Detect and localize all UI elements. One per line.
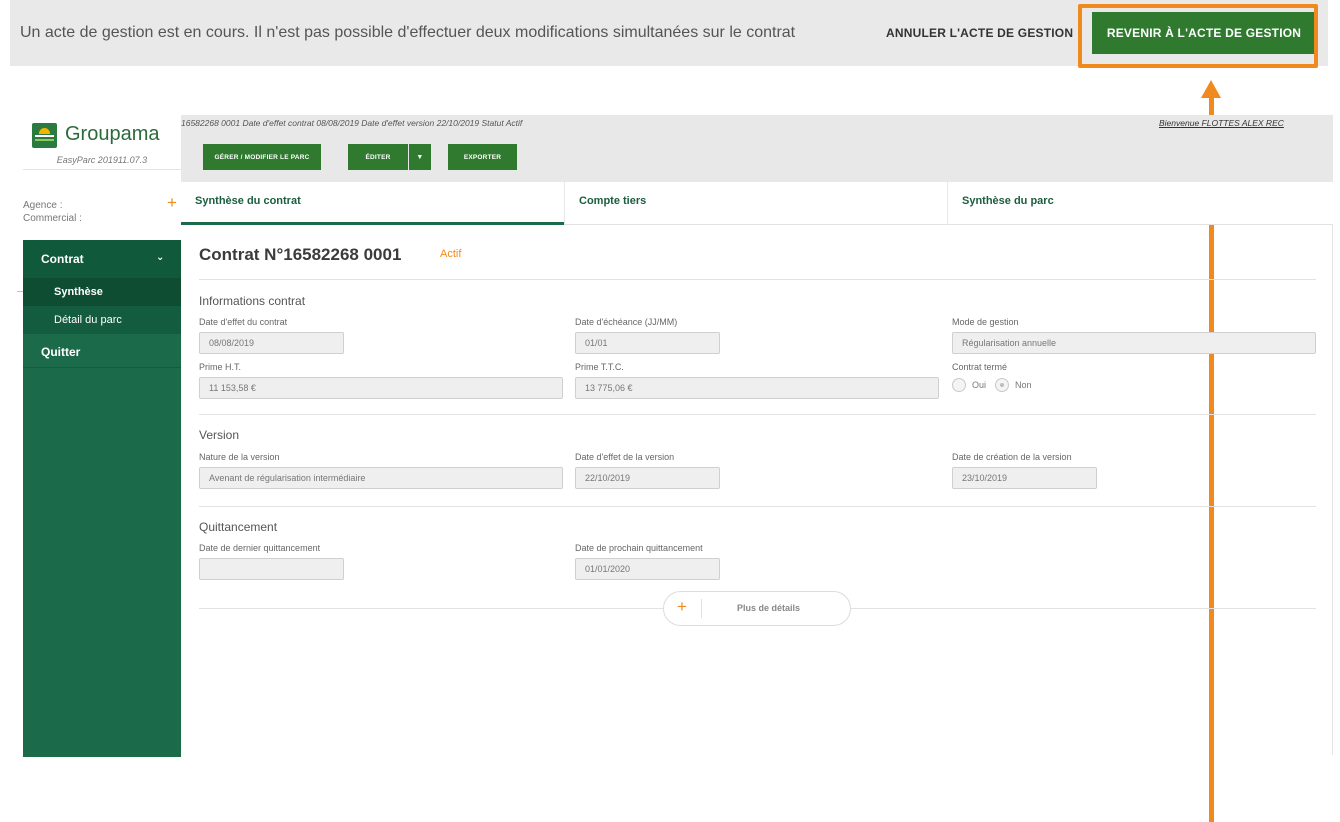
cancel-management-act-button[interactable]: ANNULER L'ACTE DE GESTION <box>886 26 1073 40</box>
app-version: EasyParc 201911.07.3 <box>23 148 181 170</box>
date-echeance-field[interactable]: 01/01 <box>575 332 720 354</box>
divider <box>17 291 23 292</box>
tab-synthese-contrat[interactable]: Synthèse du contrat <box>181 182 564 225</box>
dernier-quittancement-label: Date de dernier quittancement <box>199 543 321 553</box>
prime-ttc-label: Prime T.T.C. <box>575 362 624 372</box>
divider <box>199 414 1316 415</box>
commercial-label: Commercial : <box>23 213 82 224</box>
prochain-quittancement-label: Date de prochain quittancement <box>575 543 703 553</box>
date-effet-version-label: Date d'effet de la version <box>575 452 675 462</box>
chevron-down-icon: ⌄ <box>156 252 165 263</box>
plus-icon: + <box>677 597 687 616</box>
agence-label: Agence : <box>23 200 63 211</box>
status-badge: Actif <box>440 248 462 260</box>
prime-ht-field[interactable]: 11 153,58 € <box>199 377 563 399</box>
prime-ttc-field[interactable]: 13 775,06 € <box>575 377 939 399</box>
sidebar-item-detail-parc[interactable]: Détail du parc <box>23 306 181 334</box>
section-title-quittancement: Quittancement <box>199 520 278 534</box>
date-effet-version-field[interactable]: 22/10/2019 <box>575 467 720 489</box>
tab-compte-tiers[interactable]: Compte tiers <box>564 182 947 225</box>
contrat-terme-label: Contrat termé <box>952 362 1008 372</box>
alert-banner: Un acte de gestion est en cours. Il n'es… <box>10 0 1328 66</box>
logo: Groupama EasyParc 201911.07.3 <box>23 115 181 185</box>
sidebar: Groupama EasyParc 201911.07.3 Agence : C… <box>17 115 181 757</box>
more-details-label: Plus de détails <box>737 603 801 613</box>
caret-down-icon[interactable]: ▼ <box>409 144 431 170</box>
manage-parc-button[interactable]: GÉRER / MODIFIER LE PARC <box>203 144 321 170</box>
section-title-infos: Informations contrat <box>199 294 306 308</box>
sidebar-item-label: Contrat <box>41 252 84 266</box>
sidebar-item-quitter[interactable]: Quitter <box>23 334 181 368</box>
banner-message: Un acte de gestion est en cours. Il n'es… <box>20 24 796 41</box>
plus-icon[interactable]: + <box>167 194 177 211</box>
radio-non-label: Non <box>1015 380 1032 390</box>
mode-gestion-field[interactable]: Régularisation annuelle <box>952 332 1316 354</box>
prime-ht-label: Prime H.T. <box>199 362 242 372</box>
toolbar: 16582268 0001 Date d'effet contrat 08/08… <box>181 115 1333 182</box>
back-to-management-act-button[interactable]: REVENIR À L'ACTE DE GESTION <box>1092 12 1316 54</box>
brand-name: Groupama <box>65 123 160 145</box>
groupama-logo-icon <box>32 123 57 148</box>
divider <box>199 506 1316 507</box>
tab-synthese-parc[interactable]: Synthèse du parc <box>947 182 1333 225</box>
date-creation-version-field[interactable]: 23/10/2019 <box>952 467 1097 489</box>
contract-meta: 16582268 0001 Date d'effet contrat 08/08… <box>181 118 523 128</box>
sidebar-item-synthese[interactable]: Synthèse <box>23 278 181 306</box>
more-details-button[interactable]: + Plus de détails <box>663 591 851 626</box>
welcome-link[interactable]: Bienvenue FLOTTES ALEX REC <box>1159 118 1284 128</box>
app-window: Groupama EasyParc 201911.07.3 Agence : C… <box>17 115 1333 757</box>
sidebar-item-contrat[interactable]: Contrat ⌄ <box>23 240 181 278</box>
sidebar-nav: Contrat ⌄ Synthèse Détail du parc Quitte… <box>23 240 181 757</box>
main-content: 16582268 0001 Date d'effet contrat 08/08… <box>181 115 1333 755</box>
radio-non[interactable] <box>995 378 1010 392</box>
nature-version-field[interactable]: Avenant de régularisation intermédiaire <box>199 467 563 489</box>
section-title-version: Version <box>199 428 240 442</box>
page-title: Contrat N°16582268 0001 <box>199 245 402 264</box>
prochain-quittancement-field[interactable]: 01/01/2020 <box>575 558 720 580</box>
tab-bar: Synthèse du contrat Compte tiers Synthès… <box>181 182 1333 225</box>
dernier-quittancement-field[interactable] <box>199 558 344 580</box>
export-button[interactable]: EXPORTER <box>448 144 517 170</box>
divider <box>701 599 702 618</box>
edit-button[interactable]: ÉDITER <box>348 144 408 170</box>
radio-oui[interactable] <box>952 378 966 392</box>
mode-gestion-label: Mode de gestion <box>952 317 1019 327</box>
date-echeance-label: Date d'échéance (JJ/MM) <box>575 317 678 327</box>
radio-oui-label: Oui <box>972 380 987 390</box>
nature-version-label: Nature de la version <box>199 452 280 462</box>
date-effet-field[interactable]: 08/08/2019 <box>199 332 344 354</box>
contrat-terme-radio-group: Oui Non <box>952 378 1041 392</box>
date-effet-label: Date d'effet du contrat <box>199 317 288 327</box>
date-creation-version-label: Date de création de la version <box>952 452 1072 462</box>
divider <box>199 279 1316 280</box>
